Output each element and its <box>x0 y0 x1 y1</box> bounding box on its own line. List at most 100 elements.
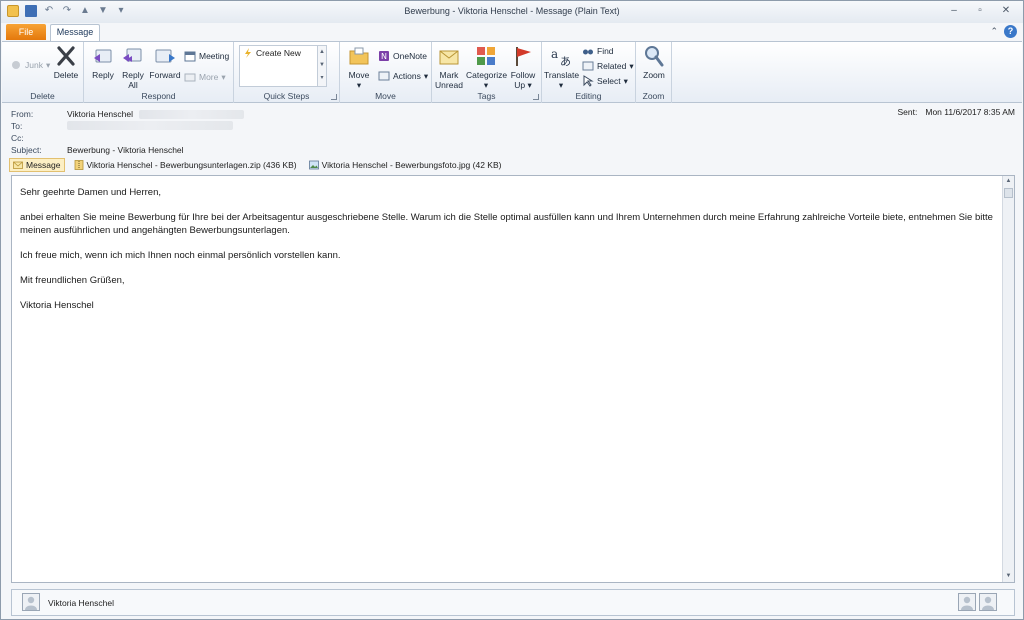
mark-unread-label-1: Mark <box>439 70 459 80</box>
reply-all-label-1: Reply <box>122 70 144 80</box>
actions-label: Actions <box>393 71 421 81</box>
scroll-up-icon[interactable]: ▲ <box>1003 176 1014 187</box>
categorize-caret: ▾ <box>483 80 489 90</box>
quick-steps-gallery: Create New ▲ ▼ ▾ <box>239 45 327 87</box>
follow-up-label-1: Follow <box>510 70 536 80</box>
delete-button[interactable]: Delete <box>52 44 80 80</box>
junk-icon <box>12 61 20 69</box>
people-avatar-2[interactable] <box>979 593 997 611</box>
people-avatar-1[interactable] <box>958 593 976 611</box>
mark-unread-envelope-icon <box>439 50 459 65</box>
tab-message[interactable]: Message <box>50 24 100 41</box>
move-label: Move <box>348 70 370 80</box>
tab-file[interactable]: File <box>6 24 46 40</box>
scroll-thumb[interactable] <box>1004 188 1013 198</box>
group-label-zoom: Zoom <box>642 91 665 101</box>
reply-button[interactable]: Reply <box>88 44 118 80</box>
attachment-jpg[interactable]: Viktoria Henschel - Bewerbungsfoto.jpg (… <box>306 158 505 172</box>
junk-label: Junk <box>25 60 43 70</box>
message-header: From: Viktoria Henschel To: Cc: Subject:… <box>7 107 1017 159</box>
related-button[interactable]: Related ▾ <box>582 59 634 73</box>
from-row: From: Viktoria Henschel <box>11 109 244 121</box>
reply-icon <box>94 49 112 63</box>
from-name: Viktoria Henschel <box>67 109 133 119</box>
translate-icon: a あ <box>551 47 571 68</box>
window-title: Bewerbung - Viktoria Henschel - Message … <box>404 6 620 16</box>
message-text: Sehr geehrte Damen und Herren, anbei erh… <box>20 186 995 324</box>
move-button[interactable]: Move ▾ <box>344 44 374 90</box>
redacted-email <box>139 110 244 120</box>
follow-up-label-2-text: Up <box>514 80 526 90</box>
actions-button[interactable]: Actions ▾ <box>378 69 428 83</box>
cc-label: Cc: <box>11 133 24 143</box>
zoom-magnifier-icon <box>645 46 664 67</box>
message-tab-label: Message <box>26 160 61 170</box>
delete-label: Delete <box>53 70 79 80</box>
to-label: To: <box>11 121 23 131</box>
ribbon-group-tags: Mark Unread Categorize ▾ Follow Up ▾ Tag… <box>432 42 542 103</box>
body-scrollbar[interactable]: ▲ ▼ <box>1002 176 1014 582</box>
select-label: Select <box>597 76 621 86</box>
more-label: More <box>199 72 219 82</box>
message-tab[interactable]: Message <box>9 158 65 172</box>
reply-all-button[interactable]: Reply All <box>118 44 148 90</box>
ribbon-group-zoom: Zoom Zoom <box>636 42 672 103</box>
mark-unread-button[interactable]: Mark Unread <box>434 44 464 90</box>
attachment-bar: Message Viktoria Henschel - Bewerbungsun… <box>9 158 1017 172</box>
minimize-ribbon-icon[interactable]: ⌃ <box>990 26 998 37</box>
translate-button[interactable]: a あ Translate ▾ <box>544 44 579 90</box>
categorize-button[interactable]: Categorize ▾ <box>466 44 508 90</box>
maximize-icon[interactable]: ▫ <box>969 4 991 18</box>
from-value[interactable]: Viktoria Henschel <box>67 109 244 121</box>
group-label-respond: Respond <box>141 91 176 101</box>
create-new-quick-step[interactable]: Create New <box>243 48 301 58</box>
attachment-zip[interactable]: Viktoria Henschel - Bewerbungsunterlagen… <box>71 158 300 172</box>
message-envelope-icon <box>13 161 23 169</box>
zip-file-icon <box>74 160 83 170</box>
categorize-label: Categorize <box>466 70 508 80</box>
person-icon-2 <box>982 596 994 610</box>
body-signature: Viktoria Henschel <box>20 300 94 311</box>
quick-steps-launcher-icon[interactable] <box>331 94 337 100</box>
tags-launcher-icon[interactable] <box>533 94 539 100</box>
junk-button[interactable]: Junk ▾ <box>10 58 50 72</box>
actions-icon <box>378 71 390 81</box>
select-caret: ▾ <box>623 76 628 86</box>
message-body[interactable]: Sehr geehrte Damen und Herren, anbei erh… <box>11 175 1015 583</box>
meeting-button[interactable]: Meeting <box>184 49 229 63</box>
subject-row: Subject: Bewerbung - Viktoria Henschel <box>11 145 184 157</box>
actions-caret: ▾ <box>423 71 429 81</box>
person-icon-1 <box>961 596 973 610</box>
to-row: To: <box>11 121 233 133</box>
more-button[interactable]: More ▾ <box>184 70 226 84</box>
zoom-label: Zoom <box>643 70 665 80</box>
meeting-calendar-icon <box>184 51 196 62</box>
close-icon[interactable]: ✕ <box>995 4 1017 18</box>
lightning-icon <box>245 48 251 58</box>
help-icon[interactable]: ? <box>1004 25 1017 38</box>
find-button[interactable]: Find <box>582 44 614 58</box>
scroll-down-icon[interactable]: ▼ <box>1003 571 1014 582</box>
translate-caret: ▾ <box>558 80 564 90</box>
zoom-button[interactable]: Zoom <box>639 44 669 80</box>
ribbon-group-move: Move ▾ N OneNote Actions ▾ Move <box>340 42 432 103</box>
ribbon-group-editing: a あ Translate ▾ Find Related ▾ Select ▾ … <box>542 42 636 103</box>
subject-label: Subject: <box>11 145 42 155</box>
forward-label: Forward <box>149 70 181 80</box>
ribbon-group-respond: Reply Reply All Forward Meeting More ▾ R… <box>84 42 234 103</box>
people-pane-name: Viktoria Henschel <box>48 598 114 608</box>
onenote-button[interactable]: N OneNote <box>378 49 427 63</box>
follow-up-button[interactable]: Follow Up ▾ <box>508 44 538 90</box>
svg-text:あ: あ <box>560 55 571 68</box>
find-binoculars-icon <box>583 49 593 55</box>
select-button[interactable]: Select ▾ <box>582 74 628 88</box>
meeting-label: Meeting <box>199 51 230 61</box>
forward-button[interactable]: Forward <box>148 44 182 80</box>
junk-caret: ▾ <box>45 60 51 70</box>
quick-steps-scroll[interactable]: ▲ ▼ ▾ <box>317 46 326 86</box>
sender-avatar[interactable] <box>22 593 40 611</box>
group-label-tags: Tags <box>477 91 496 101</box>
group-label-quick-steps: Quick Steps <box>263 91 310 101</box>
from-label: From: <box>11 109 34 119</box>
minimize-icon[interactable]: – <box>943 4 965 18</box>
